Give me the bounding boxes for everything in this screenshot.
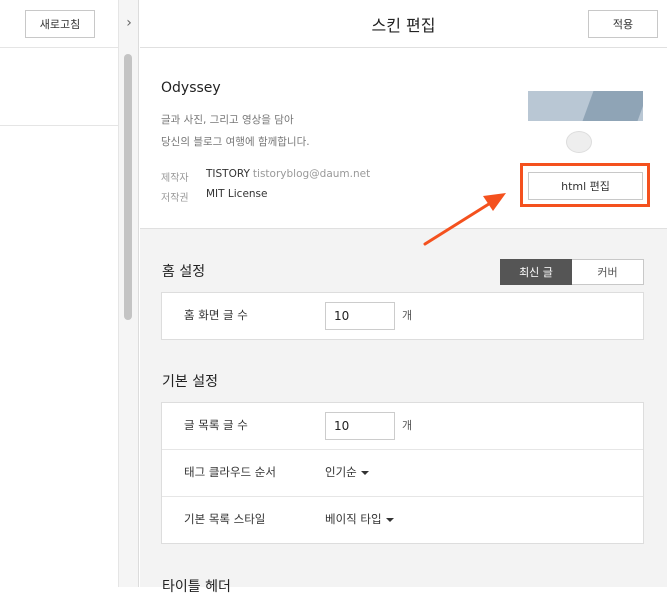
- collapse-chevron-icon[interactable]: ›: [119, 8, 139, 38]
- thumbnail-chair-image: [566, 131, 592, 153]
- maker-value: TISTORY tistoryblog@daum.net: [206, 168, 370, 180]
- skin-thumbnail: [528, 81, 643, 161]
- tag-cloud-order-select[interactable]: 인기순: [325, 464, 369, 480]
- list-count-row: 글 목록 글 수 개: [162, 403, 643, 450]
- tag-cloud-order-value: 인기순: [325, 465, 357, 479]
- thumbnail-hero-accent: [582, 91, 643, 121]
- basic-settings-title: 기본 설정: [162, 374, 218, 390]
- home-post-count-input[interactable]: [325, 302, 395, 330]
- apply-button[interactable]: 적용: [588, 10, 658, 38]
- highlight-box: [520, 163, 650, 207]
- license-key: 저작권: [161, 193, 189, 204]
- maker-key: 제작자: [161, 173, 189, 184]
- skin-description-line2: 당신의 블로그 여행에 함께합니다.: [161, 136, 310, 148]
- divider: [0, 125, 118, 126]
- list-style-select[interactable]: 베이직 타입: [325, 511, 394, 527]
- list-style-row: 기본 목록 스타일 베이직 타입: [162, 497, 643, 543]
- caret-down-icon: [360, 470, 369, 475]
- home-mode-tabs: 최신 글 커버: [500, 259, 644, 285]
- tag-cloud-order-label: 태그 클라우드 순서: [184, 465, 276, 479]
- skin-description-line1: 글과 사진, 그리고 영상을 담아: [161, 114, 294, 126]
- caret-down-icon: [385, 517, 394, 522]
- home-settings-title: 홈 설정: [162, 264, 206, 280]
- left-toolbar: 새로고침: [0, 0, 118, 48]
- home-post-count-label: 홈 화면 글 수: [184, 308, 248, 322]
- basic-settings-box: 글 목록 글 수 개 태그 클라우드 순서 인기순 기본 목록 스타일 베이직 …: [161, 402, 644, 544]
- license-value: MIT License: [206, 188, 268, 200]
- list-count-label: 글 목록 글 수: [184, 418, 248, 432]
- tag-cloud-order-row: 태그 클라우드 순서 인기순: [162, 450, 643, 497]
- list-style-label: 기본 목록 스타일: [184, 512, 266, 526]
- unit-label: 개: [402, 419, 413, 432]
- tab-cover[interactable]: 커버: [572, 259, 644, 285]
- list-count-input[interactable]: [325, 412, 395, 440]
- maker-name: TISTORY: [206, 168, 250, 180]
- tab-latest-posts[interactable]: 최신 글: [500, 259, 572, 285]
- unit-label: 개: [402, 309, 413, 322]
- scrollbar-thumb[interactable]: [124, 54, 132, 320]
- left-pane: 새로고침: [0, 0, 118, 587]
- refresh-button[interactable]: 새로고침: [25, 10, 95, 38]
- title-header-section-title: 타이틀 헤더: [162, 579, 231, 595]
- skin-name: Odyssey: [161, 80, 221, 96]
- maker-email: tistoryblog@daum.net: [252, 168, 371, 180]
- home-post-count-row: 홈 화면 글 수 개: [162, 293, 643, 339]
- home-settings-box: 홈 화면 글 수 개: [161, 292, 644, 340]
- preview-scrollbar-column: ›: [118, 0, 139, 587]
- skin-edit-panel: 스킨 편집 적용 Odyssey 글과 사진, 그리고 영상을 담아 당신의 블…: [140, 0, 667, 595]
- list-style-value: 베이직 타입: [325, 512, 382, 526]
- panel-header: 스킨 편집 적용: [140, 0, 667, 48]
